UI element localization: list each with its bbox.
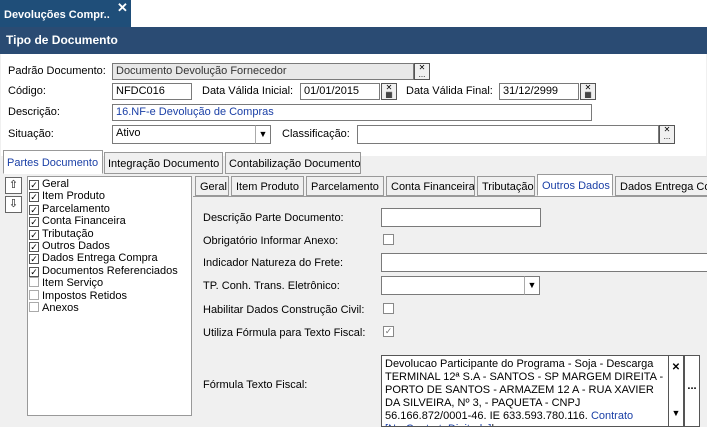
data-inicial-label: Data Válida Inicial: [202,85,294,97]
descricao-parte-input[interactable] [381,208,541,227]
subtab-tributacao[interactable]: Tributação [477,176,535,196]
descricao-input[interactable]: 16.NF-e Devolução de Compras [112,104,592,121]
part-checkbox[interactable] [29,289,39,300]
document-type-form: Padrão Documento: Documento Devolução Fo… [1,54,706,156]
list-item[interactable]: ✓ Geral [29,178,69,191]
subtab-conta-financeira[interactable]: Conta Financeira [386,176,475,196]
chevron-down-icon[interactable]: ▼ [669,408,683,418]
part-checkbox[interactable]: ✓ [29,204,39,215]
part-label: Geral [42,178,69,190]
subtab-parcelamento[interactable]: Parcelamento [306,176,384,196]
utiliza-formula-checkbox[interactable]: ✓ [383,326,394,337]
calendar-icon: ▦ [385,90,393,99]
part-checkbox[interactable]: ✓ [29,254,39,265]
list-item[interactable]: Item Serviço [29,277,103,290]
list-item[interactable]: ✓ Parcelamento [29,203,110,216]
classificacao-label: Classificação: [282,128,350,140]
formula-label: Fórmula Texto Fiscal: [203,379,308,391]
data-inicial-input[interactable]: 01/01/2015 [300,83,380,100]
situacao-label: Situação: [8,128,54,140]
clear-icon[interactable]: ✕ [669,362,683,373]
part-label: Documentos Referenciados [42,264,178,277]
part-label: Tributação [42,227,94,240]
part-checkbox[interactable]: ✓ [29,180,39,190]
classificacao-input[interactable] [357,125,659,144]
list-item[interactable]: ✓ Tributação [29,228,94,241]
codigo-label: Código: [8,85,46,97]
page-title: Tipo de Documento [0,27,707,54]
list-item[interactable]: ✓ Documentos Referenciados [29,265,178,278]
padrao-documento-label: Padrão Documento: [8,65,106,77]
obrigatorio-anexo-label: Obrigatório Informar Anexo: [203,235,339,247]
list-item[interactable]: ✓ Item Produto [29,190,105,203]
formula-textarea[interactable]: Devolucao Participante do Programa - Soj… [381,355,669,427]
codigo-input[interactable]: NFDC016 [112,83,192,100]
part-details-panel: Geral Item Produto Parcelamento Conta Fi… [193,174,707,427]
chevron-down-icon[interactable]: ▼ [255,125,271,144]
list-item[interactable]: ✓ Outros Dados [29,240,110,253]
move-down-button[interactable]: ⇩ [5,196,22,213]
data-final-input[interactable]: 31/12/2999 [499,83,579,100]
parts-panel: ⇧ ⇩ ✓ Geral ✓ Item Produto ✓ Parcelamento ✓ Con… [0,174,194,418]
situacao-select[interactable]: Ativo [112,125,256,144]
classificacao-lookup-button[interactable]: ✕... [659,125,675,144]
part-label: Impostos Retidos [42,289,127,302]
data-inicial-calendar-button[interactable]: ✕ ▦ [381,83,397,100]
subtab-dados-entrega[interactable]: Dados Entrega Co [615,176,707,196]
subtab-item-produto[interactable]: Item Produto [231,176,304,196]
part-label: Dados Entrega Compra [42,252,158,265]
part-checkbox[interactable]: ✓ [29,242,39,252]
indicador-frete-input[interactable] [381,253,707,272]
list-item[interactable]: ✓ Dados Entrega Compra [29,252,158,265]
subtab-geral[interactable]: Geral [195,176,229,196]
tp-conh-select[interactable] [381,276,527,295]
tab-contabilizacao-documento[interactable]: Contabilização Documento [225,152,361,174]
list-item[interactable]: ✓ Conta Financeira [29,215,126,228]
part-checkbox[interactable]: ✓ [29,229,39,240]
data-final-label: Data Válida Final: [406,85,493,97]
document-tab-bar: Devoluções Compr.. ✕ [0,0,707,27]
obrigatorio-anexo-checkbox[interactable] [383,234,394,245]
habilitar-checkbox[interactable] [383,303,394,314]
part-label: Item Serviço [42,277,104,290]
padrao-lookup-button[interactable]: ✕... [414,63,430,80]
tab-integracao-documento[interactable]: Integração Documento [104,152,223,174]
part-label: Anexos [42,302,79,314]
part-checkbox[interactable]: ✓ [29,217,39,228]
chevron-down-icon[interactable]: ▼ [524,276,540,295]
habilitar-label: Habilitar Dados Construção Civil: [203,304,365,316]
part-checkbox[interactable] [29,302,39,312]
subtab-outros-dados[interactable]: Outros Dados [537,174,613,196]
tp-conh-label: TP. Conh. Trans. Eletrônico: [203,280,340,292]
part-checkbox[interactable]: ✓ [29,192,39,203]
outros-dados-content: Descrição Parte Documento: Obrigatório I… [193,196,707,427]
document-tab-title: Devoluções Compr.. [4,9,110,21]
move-up-button[interactable]: ⇧ [5,177,22,194]
utiliza-formula-label: Utiliza Fórmula para Texto Fiscal: [203,327,366,339]
document-tab[interactable]: Devoluções Compr.. ✕ [0,0,131,27]
part-checkbox[interactable]: ✓ [29,266,39,277]
main-tabs: Partes Documento Integração Documento Co… [0,150,707,174]
list-item[interactable]: Impostos Retidos [29,289,127,303]
descricao-parte-label: Descrição Parte Documento: [203,212,344,224]
part-checkbox[interactable] [29,277,39,288]
formula-side-buttons: ✕ ▼ [668,355,684,427]
formula-more-button[interactable]: ... [684,355,700,427]
data-final-calendar-button[interactable]: ✕ ▦ [580,83,596,100]
tab-partes-documento[interactable]: Partes Documento [3,150,103,174]
part-label: Parcelamento [42,202,110,215]
descricao-label: Descrição: [8,106,60,118]
padrao-documento-field[interactable]: Documento Devolução Fornecedor [112,63,414,80]
more-icon: ... [418,70,426,79]
part-label: Item Produto [42,190,105,203]
calendar-icon: ▦ [584,90,592,99]
close-icon[interactable]: ✕ [117,1,128,14]
part-label: Outros Dados [42,240,110,252]
indicador-frete-label: Indicador Natureza do Frete: [203,257,344,269]
list-item[interactable]: Anexos [29,302,79,315]
parts-list: ✓ Geral ✓ Item Produto ✓ Parcelamento ✓ Conta F… [27,176,192,416]
more-icon: ... [663,132,671,141]
part-label: Conta Financeira [42,215,126,228]
